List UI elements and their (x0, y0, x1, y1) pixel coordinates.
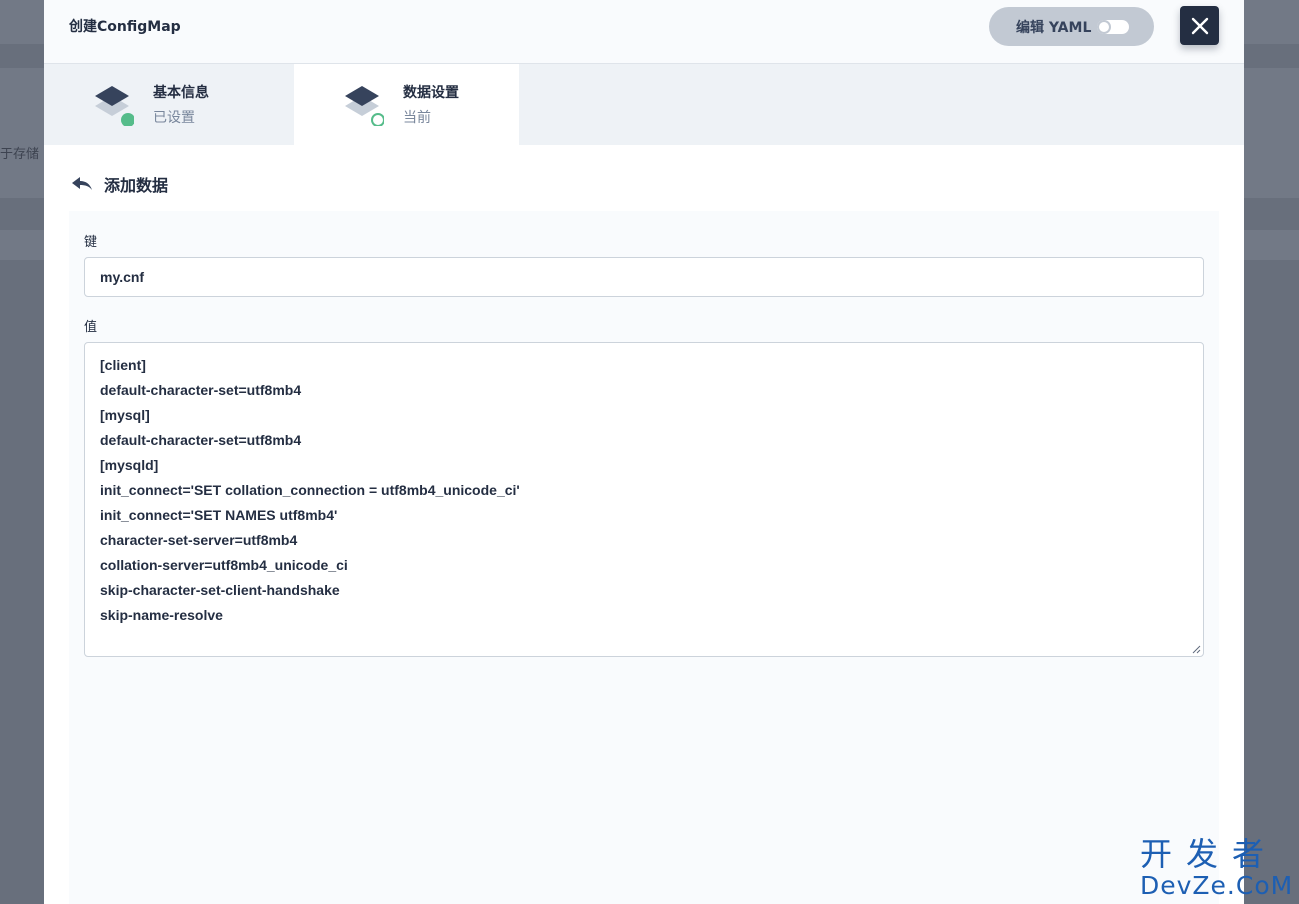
step-basic-info[interactable]: 基本信息 已设置 (44, 64, 269, 145)
close-icon (1191, 17, 1208, 34)
step-layers-icon (95, 86, 134, 126)
code-line: default-character-set=utf8mb4 (100, 382, 302, 398)
code-line: [mysqld] (100, 457, 159, 473)
value-label: 值 (84, 320, 98, 335)
steps-bar: 基本信息 已设置 数据设置 当前 (44, 64, 1244, 145)
add-data-header: 添加数据 (70, 172, 168, 196)
watermark-bottom: DevZe.CoM (1140, 871, 1294, 900)
code-line: collation-server=utf8mb4_unicode_ci (100, 557, 348, 573)
section-title: 添加数据 (104, 176, 169, 195)
step-status: 当前 (403, 110, 431, 126)
code-line: character-set-server=utf8mb4 (100, 532, 298, 548)
edit-yaml-label: 编辑 YAML (1016, 19, 1092, 36)
code-line: default-character-set=utf8mb4 (100, 432, 302, 448)
code-line: [mysql] (100, 407, 150, 423)
step-data-settings[interactable]: 数据设置 当前 (294, 64, 519, 145)
step-layers-icon (345, 86, 384, 126)
key-label: 键 (84, 235, 98, 250)
code-line: skip-name-resolve (100, 607, 223, 623)
step-title: 数据设置 (403, 85, 459, 101)
yaml-switch[interactable] (1097, 20, 1129, 34)
modal-header: 创建ConfigMap 编辑 YAML (44, 0, 1244, 64)
key-input[interactable] (84, 257, 1204, 297)
close-button[interactable] (1180, 6, 1219, 45)
code-line: [client] (100, 357, 146, 373)
switch-knob (1097, 20, 1111, 34)
edit-yaml-toggle[interactable]: 编辑 YAML (989, 7, 1154, 46)
watermark-top: 开发者 (1140, 835, 1279, 873)
modal-title: 创建ConfigMap (69, 19, 181, 35)
data-form: 键 值 [client] default-character-set=utf8m… (69, 211, 1219, 904)
step-title: 基本信息 (153, 85, 209, 101)
step-status: 已设置 (153, 110, 195, 126)
resize-handle-icon[interactable] (1191, 644, 1201, 654)
back-arrow-icon[interactable] (70, 174, 94, 194)
code-line: skip-character-set-client-handshake (100, 582, 340, 598)
code-line: init_connect='SET NAMES utf8mb4' (100, 507, 338, 523)
backdrop-text: 于存储 (0, 147, 40, 162)
watermark-logo: 开发者 DevZe.CoM (1140, 836, 1295, 900)
value-textarea[interactable]: [client] default-character-set=utf8mb4 [… (84, 342, 1204, 657)
create-configmap-modal: 创建ConfigMap 编辑 YAML 基本信息 已设置 数据设置 当前 添加数… (44, 0, 1244, 904)
code-line: init_connect='SET collation_connection =… (100, 482, 520, 498)
